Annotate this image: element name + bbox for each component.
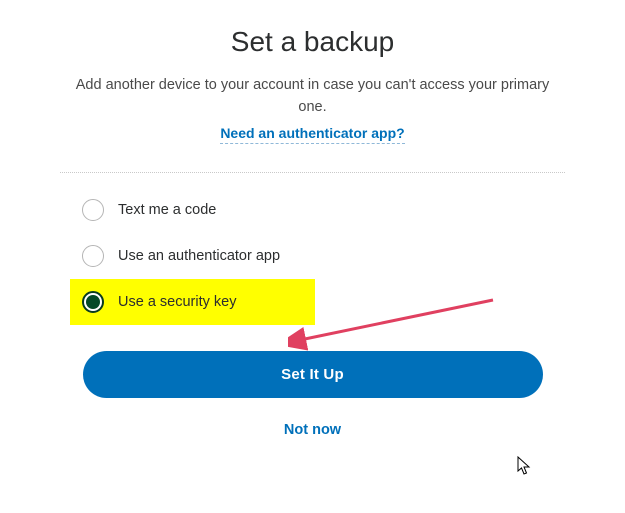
option-label: Text me a code <box>118 202 216 218</box>
page-subtitle: Add another device to your account in ca… <box>73 74 553 119</box>
not-now-link[interactable]: Not now <box>60 422 565 438</box>
cursor-icon <box>517 456 533 476</box>
option-authenticator-app[interactable]: Use an authenticator app <box>76 233 565 279</box>
page-title: Set a backup <box>60 26 565 58</box>
set-it-up-button[interactable]: Set It Up <box>83 351 543 398</box>
backup-options: Text me a code Use an authenticator app … <box>60 187 565 325</box>
radio-icon <box>82 199 104 221</box>
need-authenticator-link[interactable]: Need an authenticator app? <box>220 125 404 144</box>
option-text-code[interactable]: Text me a code <box>76 187 565 233</box>
divider <box>60 172 565 173</box>
option-label: Use an authenticator app <box>118 248 280 264</box>
option-security-key[interactable]: Use a security key <box>70 279 315 325</box>
radio-icon <box>82 291 104 313</box>
backup-setup-panel: Set a backup Add another device to your … <box>0 0 625 458</box>
option-label: Use a security key <box>118 294 236 310</box>
radio-icon <box>82 245 104 267</box>
